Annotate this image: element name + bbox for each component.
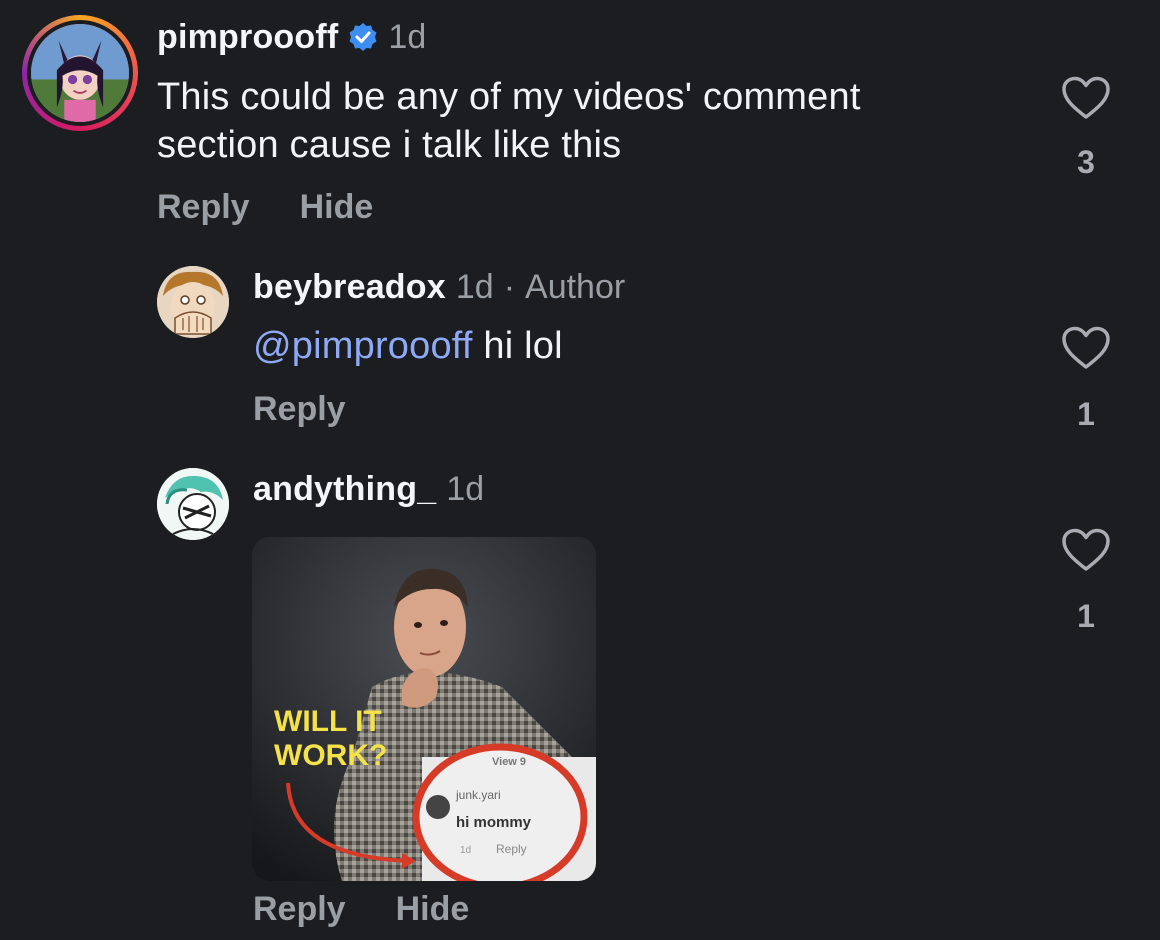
verified-badge-icon xyxy=(348,22,378,52)
comment-text-line: This could be any of my videos' comment xyxy=(157,76,861,118)
gif-image: WILL IT WORK? View 9 junk.yari hi mommy … xyxy=(252,537,596,881)
gif-inset-reply: Reply xyxy=(496,842,527,856)
like-count: 1 xyxy=(1077,396,1095,432)
comment-text: This could be any of my videos' comment … xyxy=(157,73,861,169)
reply-button[interactable]: Reply xyxy=(157,188,250,227)
comment-text-content: hi lol xyxy=(483,325,563,367)
comment-actions: Reply Hide xyxy=(157,188,373,227)
comment-text-line: section cause i talk like this xyxy=(157,124,622,166)
reply-button[interactable]: Reply xyxy=(253,890,346,929)
comment-header: pimproooff 1d xyxy=(157,18,426,57)
gif-inset-time: 1d xyxy=(460,845,471,856)
author-label: Author xyxy=(525,268,626,306)
like-count: 1 xyxy=(1077,598,1095,634)
avatar-pimproooff[interactable] xyxy=(22,15,138,131)
comment-text: @pimproooff hi lol xyxy=(253,322,563,370)
reply-button[interactable]: Reply xyxy=(253,390,346,429)
username[interactable]: beybreadox xyxy=(253,268,446,307)
like-button[interactable]: 1 xyxy=(1051,326,1121,433)
hide-button[interactable]: Hide xyxy=(300,188,374,227)
like-button[interactable]: 3 xyxy=(1051,76,1121,181)
gif-headline-line-1: WILL IT xyxy=(274,705,382,738)
gif-inset-user: junk.yari xyxy=(455,788,501,802)
like-count: 3 xyxy=(1077,144,1095,180)
comment-actions: Reply xyxy=(253,390,346,429)
timestamp: 1d xyxy=(455,268,494,306)
like-button[interactable]: 1 xyxy=(1051,528,1121,635)
username[interactable]: andything_ xyxy=(253,470,436,509)
username[interactable]: pimproooff xyxy=(157,18,338,57)
comment-header: beybreadox 1d · Author xyxy=(253,268,625,307)
timestamp: 1d xyxy=(446,470,485,508)
heart-outline-icon xyxy=(1062,528,1110,571)
hide-button[interactable]: Hide xyxy=(396,890,470,929)
separator: · xyxy=(503,268,516,306)
comment-header: andything_ 1d xyxy=(253,470,484,509)
comment-thread: pimproooff 1d This could be any of my vi… xyxy=(0,0,1160,940)
gif-headline-line-2: WORK? xyxy=(274,739,387,772)
comment-actions: Reply Hide xyxy=(253,890,469,929)
timestamp: 1d xyxy=(388,18,427,56)
gif-inset-text: hi mommy xyxy=(456,814,532,831)
heart-outline-icon xyxy=(1062,76,1110,119)
gif-inset-view: View 9 xyxy=(492,756,526,768)
avatar-beybreadox[interactable] xyxy=(157,266,229,338)
mention-link[interactable]: @pimproooff xyxy=(253,325,473,367)
avatar-andything[interactable] xyxy=(157,468,229,540)
heart-outline-icon xyxy=(1062,326,1110,369)
gif-attachment[interactable]: WILL IT WORK? View 9 junk.yari hi mommy … xyxy=(252,537,596,881)
